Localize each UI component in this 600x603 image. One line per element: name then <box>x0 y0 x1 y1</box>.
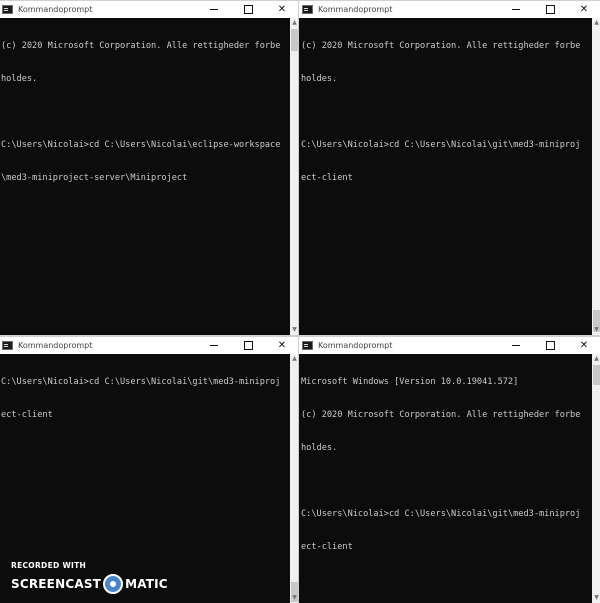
window-title: Kommandoprompt <box>18 5 93 14</box>
close-button[interactable]: ✕ <box>265 337 299 354</box>
maximize-button[interactable] <box>533 1 567 18</box>
console-output[interactable]: (c) 2020 Microsoft Corporation. Alle ret… <box>1 18 290 335</box>
console-line: holdes. <box>301 74 338 84</box>
console-line: C:\Users\Nicolai>cd C:\Users\Nicolai\git… <box>1 377 281 387</box>
cmd-app-icon <box>302 5 313 14</box>
watermark-recorded-with: RECORDED WITH <box>11 561 87 570</box>
cmd-window-bottom-right[interactable]: Kommandoprompt ✕ Microsoft Windows [Vers… <box>298 336 600 603</box>
titlebar[interactable]: Kommandoprompt ✕ <box>299 1 600 18</box>
window-controls: ✕ <box>499 337 600 354</box>
screencast-watermark: RECORDED WITH SCREENCAST MATIC <box>11 561 168 594</box>
minimize-button[interactable] <box>499 337 533 354</box>
console-line: Microsoft Windows [Version 10.0.19041.57… <box>301 377 519 387</box>
console-output[interactable]: Microsoft Windows [Version 10.0.19041.57… <box>301 354 592 603</box>
cmd-window-top-right[interactable]: Kommandoprompt ✕ (c) 2020 Microsoft Corp… <box>298 0 600 336</box>
vertical-scrollbar[interactable]: ▲ ▼ <box>592 354 600 603</box>
scroll-up-arrow-icon[interactable]: ▲ <box>592 354 600 364</box>
window-title: Kommandoprompt <box>18 341 93 350</box>
console-line: holdes. <box>301 443 338 453</box>
console-line: C:\Users\Nicolai>cd C:\Users\Nicolai\git… <box>301 509 581 519</box>
scroll-down-arrow-icon[interactable]: ▼ <box>592 593 600 603</box>
close-button[interactable]: ✕ <box>567 1 600 18</box>
vertical-scrollbar[interactable]: ▲ ▼ <box>592 18 600 335</box>
watermark-brand-left: SCREENCAST <box>11 577 102 591</box>
titlebar[interactable]: Kommandoprompt ✕ <box>299 337 600 354</box>
scroll-down-arrow-icon[interactable]: ▼ <box>592 325 600 335</box>
console-line: holdes. <box>1 74 38 84</box>
console-line: ect-client <box>1 410 53 420</box>
close-button[interactable]: ✕ <box>265 1 299 18</box>
console-line: (c) 2020 Microsoft Corporation. Alle ret… <box>301 41 581 51</box>
watermark-brand: SCREENCAST MATIC <box>11 574 168 594</box>
window-controls: ✕ <box>197 337 299 354</box>
scroll-thumb[interactable] <box>593 365 600 385</box>
window-title: Kommandoprompt <box>318 5 393 14</box>
titlebar[interactable]: Kommandoprompt ✕ <box>0 337 299 354</box>
cmd-window-top-left[interactable]: Kommandoprompt ✕ (c) 2020 Microsoft Corp… <box>0 0 300 336</box>
console-line: (c) 2020 Microsoft Corporation. Alle ret… <box>301 410 581 420</box>
console-line: C:\Users\Nicolai>cd C:\Users\Nicolai\ecl… <box>1 140 281 150</box>
scroll-up-arrow-icon[interactable]: ▲ <box>592 18 600 28</box>
maximize-button[interactable] <box>533 337 567 354</box>
window-controls: ✕ <box>197 1 299 18</box>
minimize-button[interactable] <box>499 1 533 18</box>
console-output[interactable]: (c) 2020 Microsoft Corporation. Alle ret… <box>301 18 592 335</box>
maximize-button[interactable] <box>231 337 265 354</box>
console-line: ect-client <box>301 173 353 183</box>
titlebar[interactable]: Kommandoprompt ✕ <box>0 1 299 18</box>
console-line: C:\Users\Nicolai>cd C:\Users\Nicolai\git… <box>301 140 581 150</box>
close-button[interactable]: ✕ <box>567 337 600 354</box>
scroll-thumb[interactable] <box>291 29 298 51</box>
console-line: ect-client <box>301 542 353 552</box>
minimize-button[interactable] <box>197 1 231 18</box>
console-line: \med3-miniproject-server\Miniproject <box>1 173 188 183</box>
screencast-logo-icon <box>103 574 124 594</box>
cmd-app-icon <box>2 5 13 14</box>
watermark-brand-right: MATIC <box>125 577 168 591</box>
cmd-app-icon <box>302 341 313 350</box>
console-line: (c) 2020 Microsoft Corporation. Alle ret… <box>1 41 281 51</box>
maximize-button[interactable] <box>231 1 265 18</box>
minimize-button[interactable] <box>197 337 231 354</box>
cmd-app-icon <box>2 341 13 350</box>
window-title: Kommandoprompt <box>318 341 393 350</box>
window-controls: ✕ <box>499 1 600 18</box>
